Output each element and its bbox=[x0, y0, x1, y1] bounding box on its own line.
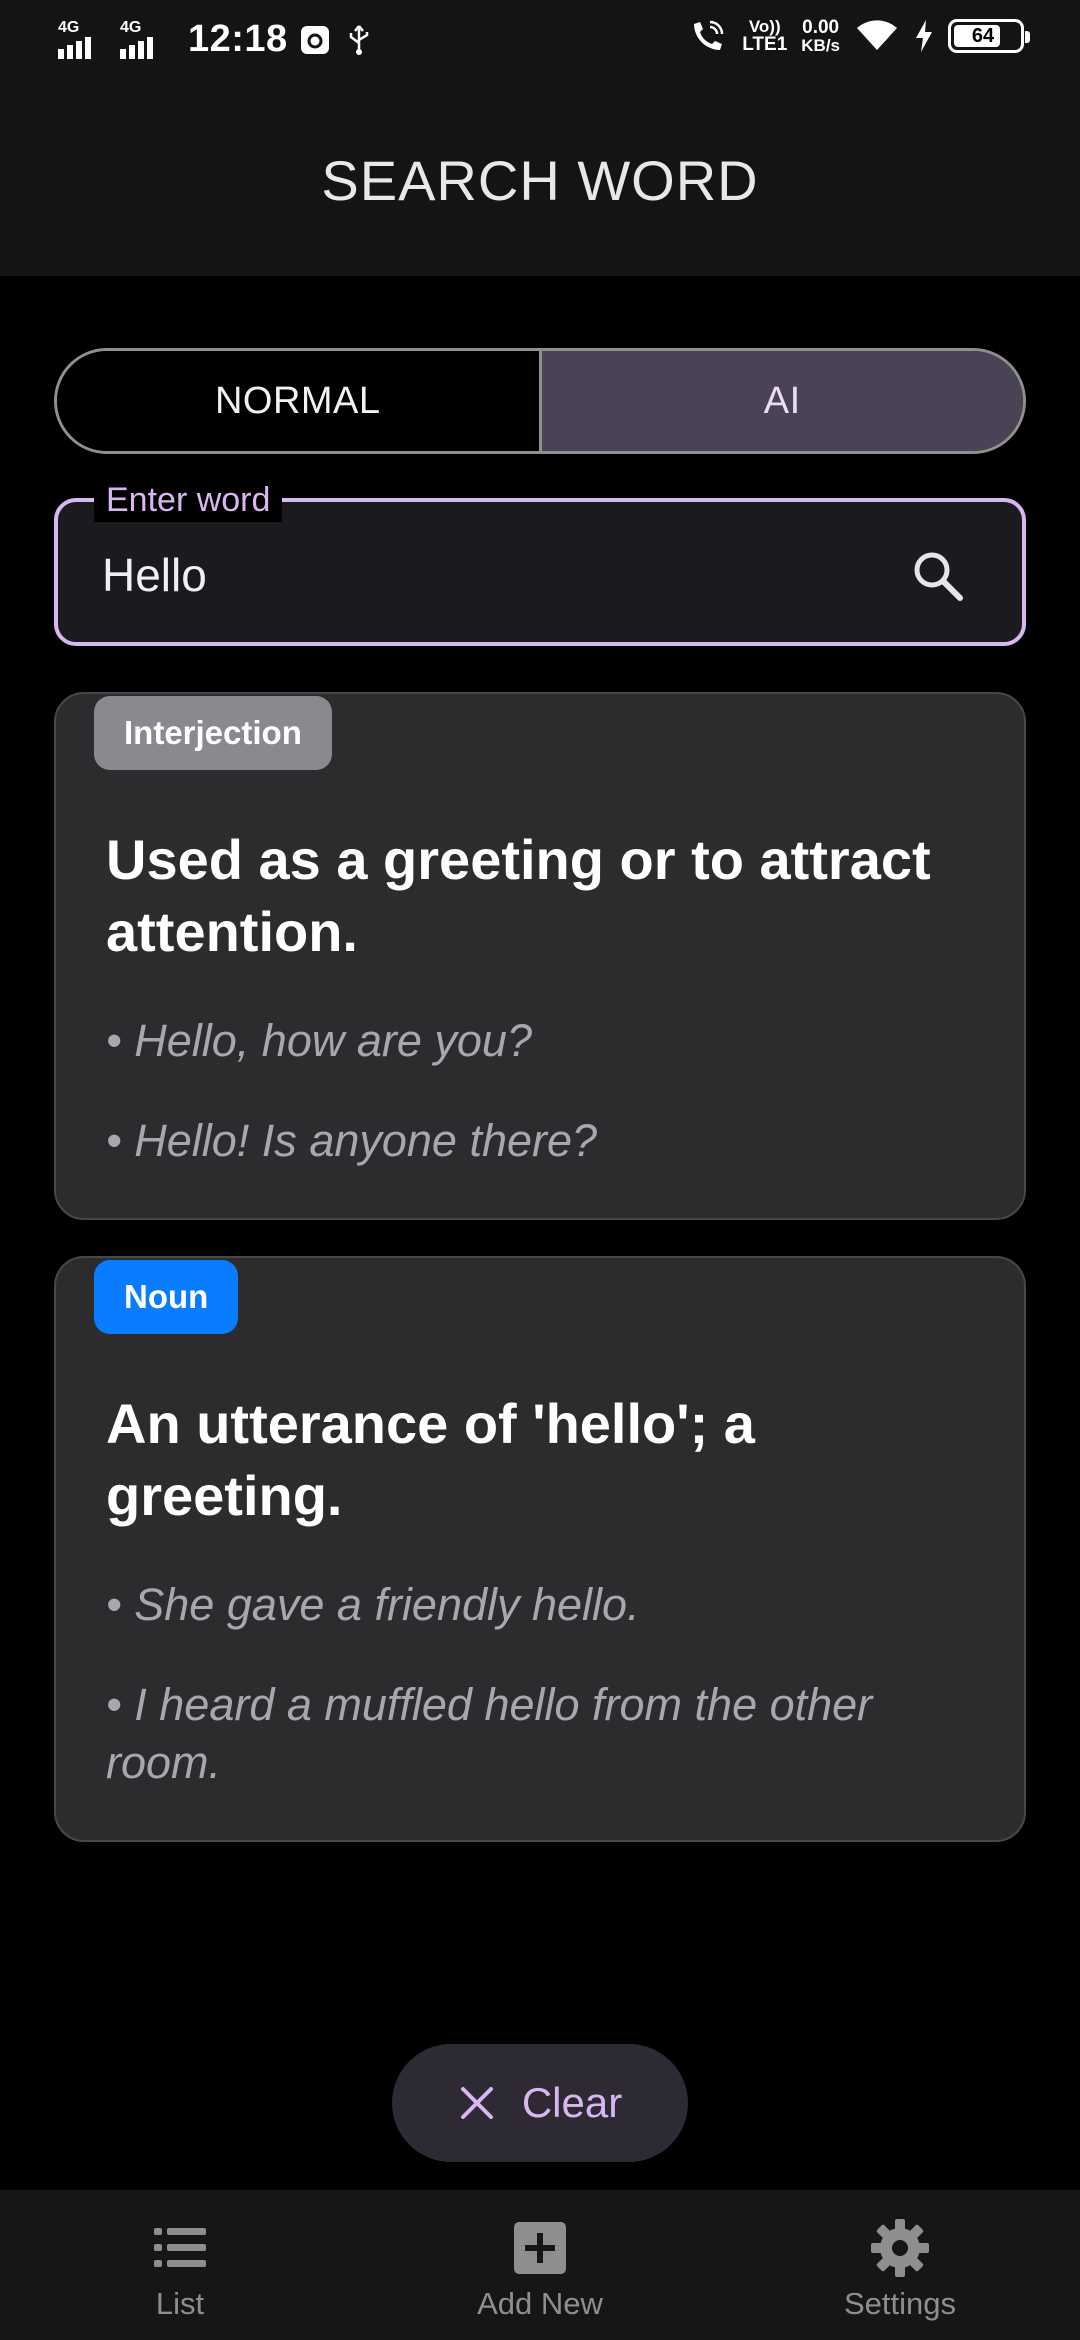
example-sentence: • She gave a friendly hello. bbox=[106, 1579, 640, 1630]
signal-strength-icon: 4G bbox=[58, 19, 110, 61]
mode-ai-button[interactable]: AI bbox=[541, 351, 1023, 451]
gear-icon bbox=[871, 2219, 929, 2277]
mode-toggle: NORMAL AI bbox=[54, 348, 1026, 454]
example-sentence: • Hello, how are you? bbox=[106, 1015, 532, 1066]
usb-icon bbox=[349, 24, 368, 55]
volte-bottom-label: LTE1 bbox=[742, 34, 788, 55]
battery-level: 64 bbox=[971, 24, 995, 47]
volte-top-label: Vo)) bbox=[748, 17, 781, 36]
wifi-icon bbox=[857, 20, 897, 50]
clear-button-label: Clear bbox=[521, 2079, 623, 2126]
close-icon bbox=[460, 2087, 493, 2119]
nav-item-add-new[interactable]: Add New bbox=[360, 2190, 720, 2340]
network-type-label: 4G bbox=[58, 18, 80, 36]
network-speed: 0.00 KB/s bbox=[801, 18, 840, 54]
app-bar: SEARCH WORD bbox=[0, 84, 1080, 276]
example-sentence: • I heard a muffled hello from the other… bbox=[106, 1679, 873, 1788]
wifi-call-icon bbox=[694, 20, 724, 50]
search-input[interactable] bbox=[102, 544, 862, 606]
nav-label-settings: Settings bbox=[843, 2286, 956, 2321]
definition-text: An utterance of 'hello'; a greeting. bbox=[106, 1392, 755, 1527]
status-bar: 4G 4G 12:18 Vo)) LTE1 0.00 KB/s 64 bbox=[0, 0, 1080, 84]
definition-text: Used as a greeting or to attract attenti… bbox=[106, 828, 931, 963]
app-notification-icon bbox=[300, 25, 329, 54]
nav-label-list: List bbox=[155, 2286, 205, 2321]
add-box-icon bbox=[514, 2222, 566, 2274]
volte-indicator: Vo)) LTE1 bbox=[742, 18, 787, 54]
definition-card: Interjection Used as a greeting or to at… bbox=[54, 692, 1026, 1220]
search-icon[interactable] bbox=[908, 546, 970, 608]
network-type-label-2: 4G bbox=[120, 18, 142, 36]
list-icon bbox=[154, 2228, 206, 2267]
nav-item-settings[interactable]: Settings bbox=[720, 2190, 1080, 2340]
part-of-speech-badge: Noun bbox=[94, 1260, 239, 1334]
speed-unit: KB/s bbox=[801, 36, 840, 55]
bottom-navigation: List Add New Settings bbox=[0, 2190, 1080, 2340]
battery-indicator: 64 bbox=[948, 19, 1030, 53]
page-title: SEARCH WORD bbox=[321, 148, 759, 212]
example-sentence: • Hello! Is anyone there? bbox=[106, 1115, 598, 1166]
nav-label-add-new: Add New bbox=[477, 2286, 603, 2321]
clock: 12:18 bbox=[188, 18, 288, 60]
mode-normal-button[interactable]: NORMAL bbox=[57, 351, 542, 451]
definition-card: Noun An utterance of 'hello'; a greeting… bbox=[54, 1256, 1026, 1842]
signal-strength-icon-2: 4G bbox=[120, 19, 172, 61]
search-field: Enter word bbox=[54, 478, 1026, 646]
charging-icon bbox=[916, 20, 932, 52]
search-field-label: Enter word bbox=[94, 478, 283, 522]
part-of-speech-badge: Interjection bbox=[94, 696, 332, 770]
speed-value: 0.00 bbox=[802, 17, 840, 38]
nav-item-list[interactable]: List bbox=[0, 2190, 360, 2340]
clear-button[interactable]: Clear bbox=[392, 2044, 688, 2162]
